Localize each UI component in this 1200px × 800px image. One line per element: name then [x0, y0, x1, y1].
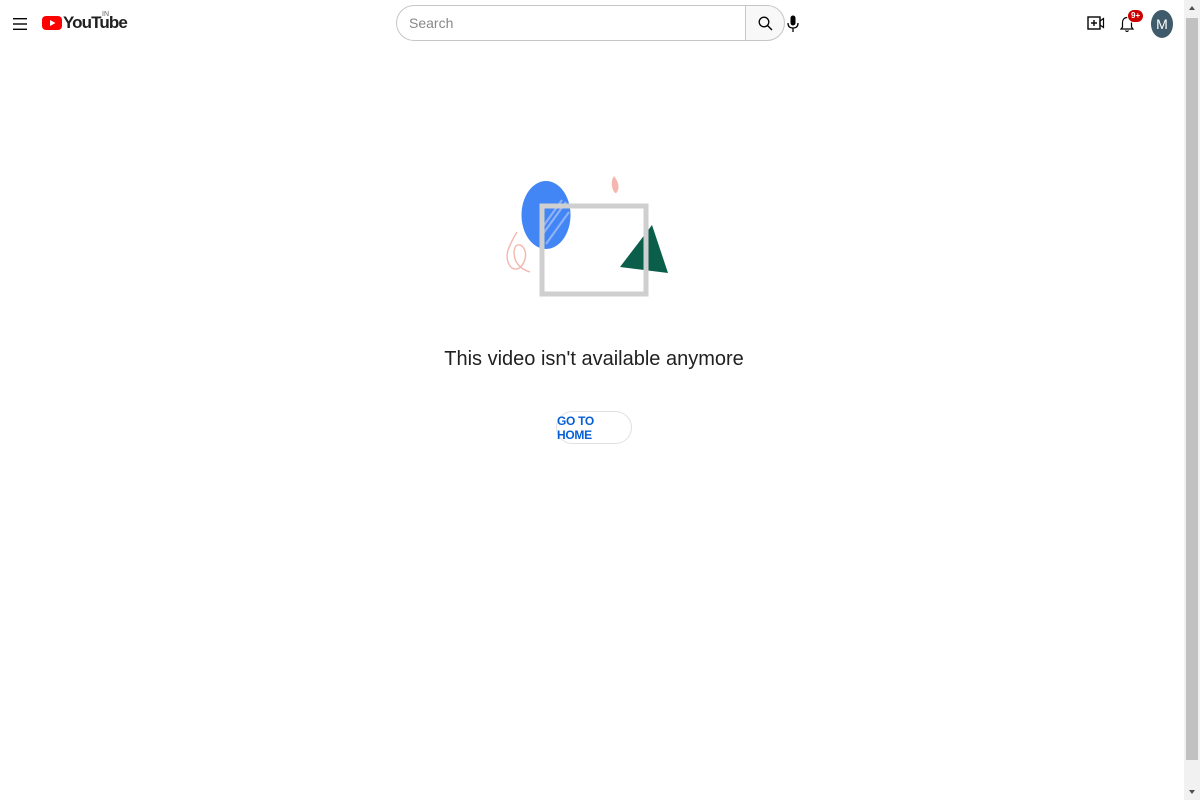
microphone-icon — [787, 15, 799, 32]
go-to-home-button[interactable]: GO TO HOME — [556, 411, 632, 444]
pink-drop-shape — [611, 176, 619, 193]
region-code: IN — [102, 11, 109, 18]
vertical-scrollbar[interactable] — [1184, 0, 1200, 800]
create-button[interactable] — [1085, 11, 1107, 35]
masthead: YouTube IN 9+ — [0, 0, 1184, 48]
search-button[interactable] — [745, 5, 785, 41]
scroll-up-button[interactable] — [1184, 0, 1200, 16]
unavailable-video-illustration — [506, 176, 668, 297]
pink-squiggle-shape — [506, 231, 531, 273]
hamburger-menu-button[interactable] — [8, 8, 32, 40]
unavailable-message: This video isn't available anymore — [444, 348, 744, 370]
scroll-up-arrow-icon — [1189, 6, 1195, 10]
create-video-icon — [1087, 16, 1105, 30]
search-bar — [396, 5, 785, 41]
scroll-down-button[interactable] — [1184, 784, 1200, 800]
account-avatar[interactable]: M — [1151, 10, 1173, 38]
notification-count-badge: 9+ — [1127, 9, 1145, 23]
voice-search-button[interactable] — [780, 8, 806, 40]
scrollbar-thumb[interactable] — [1186, 18, 1198, 760]
youtube-play-icon — [42, 16, 62, 30]
search-icon — [758, 16, 772, 30]
youtube-logo[interactable]: YouTube — [42, 13, 128, 33]
search-input[interactable] — [407, 14, 731, 32]
blue-circle-shape — [521, 181, 571, 249]
hamburger-menu-icon — [13, 18, 27, 30]
search-box — [396, 5, 745, 41]
scroll-down-arrow-icon — [1189, 790, 1195, 794]
logo-text: YouTube — [63, 13, 128, 32]
notifications-button[interactable]: 9+ — [1115, 9, 1145, 37]
